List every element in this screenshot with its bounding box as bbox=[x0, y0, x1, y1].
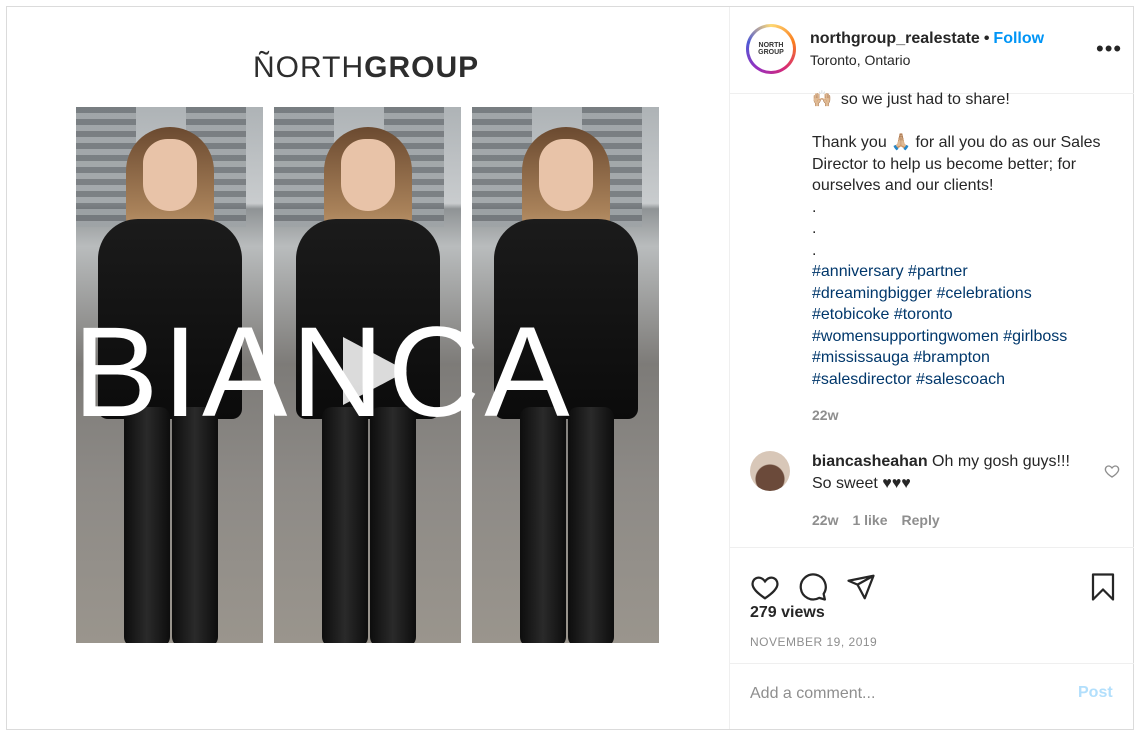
comment-time[interactable]: 22w bbox=[812, 512, 838, 528]
heart-icon[interactable] bbox=[750, 572, 780, 602]
comment-username[interactable]: biancasheahan bbox=[812, 453, 928, 470]
post-container: ÑORTHGROUP BIANCA NORTH GROUP northgroup… bbox=[6, 6, 1134, 730]
location-link[interactable]: Toronto, Ontario bbox=[810, 52, 910, 68]
views-count[interactable]: 279 views bbox=[750, 604, 825, 622]
separator-dot: • bbox=[983, 30, 990, 47]
share-icon[interactable] bbox=[846, 572, 876, 602]
comment-like-icon[interactable] bbox=[1104, 463, 1120, 479]
play-icon[interactable] bbox=[333, 331, 413, 411]
caption: 🙌🏼 so we just had to share! Thank you 🙏🏼… bbox=[812, 89, 1112, 390]
caption-time[interactable]: 22w bbox=[812, 407, 838, 423]
post-media[interactable]: ÑORTHGROUP BIANCA bbox=[7, 7, 729, 729]
brand-logo: ÑORTHGROUP bbox=[253, 51, 480, 84]
avatar[interactable]: NORTH GROUP bbox=[746, 24, 796, 74]
post-date[interactable]: NOVEMBER 19, 2019 bbox=[750, 635, 877, 649]
avatar-logo: NORTH GROUP bbox=[749, 27, 793, 71]
comment-avatar[interactable] bbox=[750, 451, 790, 491]
comment-icon[interactable] bbox=[798, 572, 828, 602]
comment-likes[interactable]: 1 like bbox=[852, 512, 887, 528]
header-username-row: northgroup_realestate • Follow bbox=[810, 30, 1044, 48]
comment-input[interactable] bbox=[750, 682, 1050, 706]
bookmark-icon[interactable] bbox=[1088, 572, 1118, 602]
post-header: NORTH GROUP northgroup_realestate • Follow… bbox=[730, 7, 1134, 94]
follow-button[interactable]: Follow bbox=[993, 30, 1044, 47]
comment-meta: 22w 1 like Reply bbox=[812, 512, 954, 528]
post-sidebar: NORTH GROUP northgroup_realestate • Follow… bbox=[729, 7, 1134, 729]
more-icon[interactable]: ••• bbox=[1096, 37, 1121, 61]
username-link[interactable]: northgroup_realestate bbox=[810, 30, 980, 47]
add-comment-bar: Post bbox=[730, 663, 1134, 730]
caption-hashtags[interactable]: #anniversary #partner #dreamingbigger #c… bbox=[812, 263, 1067, 388]
caption-text: 🙌🏼 so we just had to share! Thank you 🙏🏼… bbox=[812, 91, 1101, 259]
post-button[interactable]: Post bbox=[1078, 684, 1113, 702]
reply-button[interactable]: Reply bbox=[902, 512, 940, 528]
comment-body: biancasheahan Oh my gosh guys!!! So swee… bbox=[812, 451, 1092, 495]
actions-section: 279 views NOVEMBER 19, 2019 bbox=[730, 547, 1134, 664]
